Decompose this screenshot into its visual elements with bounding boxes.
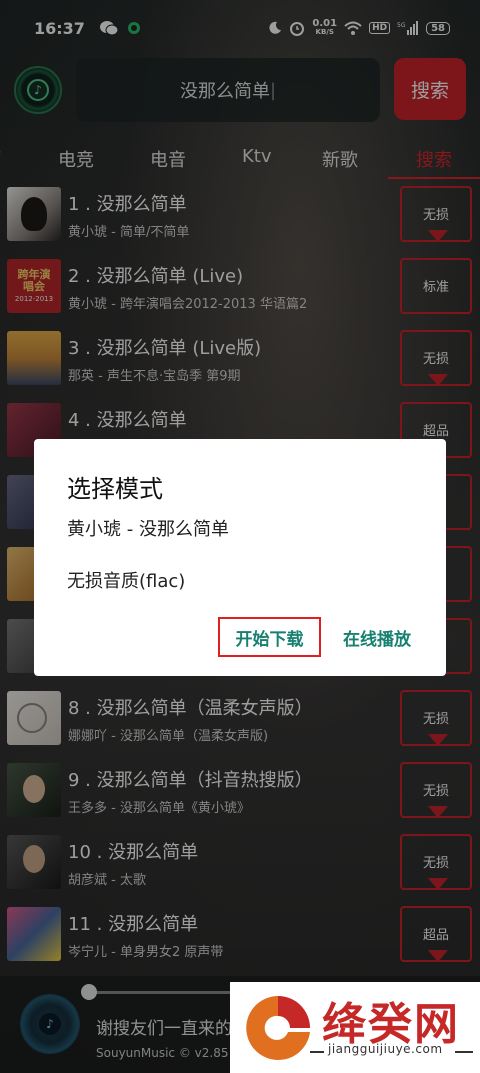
watermark-divider — [455, 1051, 473, 1053]
play-online-button[interactable]: 在线播放 — [334, 617, 420, 657]
app-screen: 16:37 0.01 KB/S HD 5G 58 ♪ 没那么简单 | 搜索 电竞… — [0, 0, 480, 1073]
dialog-title: 选择模式 — [67, 475, 163, 503]
watermark-url: jiangguijiuye.com — [328, 1042, 443, 1056]
select-mode-dialog: 选择模式 黄小琥 - 没那么简单 无损音质(flac) 开始下载 在线播放 — [34, 439, 446, 676]
watermark-logo-icon — [246, 996, 310, 1060]
start-download-button[interactable]: 开始下载 — [218, 617, 321, 657]
dialog-quality: 无损音质(flac) — [67, 571, 186, 592]
watermark: 绛癸网 jiangguijiuye.com — [230, 982, 480, 1073]
watermark-divider — [310, 1051, 324, 1053]
dialog-song: 黄小琥 - 没那么简单 — [67, 519, 229, 540]
